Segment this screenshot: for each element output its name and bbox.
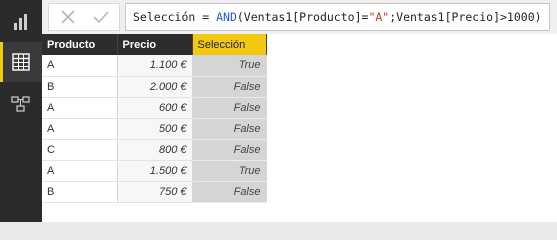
cancel-button[interactable] — [52, 4, 84, 30]
report-view-icon — [14, 14, 27, 30]
report-view-button[interactable] — [0, 2, 42, 42]
table-row: A 1.500 € True — [42, 160, 267, 182]
table-row: A 500 € False — [42, 118, 267, 140]
model-view-button[interactable] — [0, 84, 42, 124]
cell-producto[interactable]: A — [42, 55, 118, 77]
cell-producto[interactable]: C — [42, 139, 118, 161]
cancel-icon — [61, 10, 75, 24]
cell-seleccion[interactable]: True — [192, 55, 267, 77]
column-header-precio[interactable]: Precio — [117, 34, 193, 55]
header-row: Producto Precio Selección — [42, 34, 267, 55]
cell-producto[interactable]: A — [42, 160, 118, 182]
formula-input[interactable]: Selección = AND(Ventas1[Producto]="A";Ve… — [125, 3, 550, 31]
cell-producto[interactable]: B — [42, 76, 118, 98]
formula-arg2: ;Ventas1[Precio]>1000) — [389, 10, 542, 24]
data-view-icon — [12, 53, 30, 71]
cell-seleccion[interactable]: False — [192, 76, 267, 98]
column-header-producto[interactable]: Producto — [42, 34, 118, 55]
cell-precio[interactable]: 600 € — [117, 97, 193, 119]
table-row: A 600 € False — [42, 97, 267, 119]
formula-expression: Selección = AND(Ventas1[Producto]="A";Ve… — [133, 10, 542, 24]
cell-producto[interactable]: A — [42, 97, 118, 119]
cell-seleccion[interactable]: False — [192, 97, 267, 119]
commit-button[interactable] — [85, 4, 117, 30]
cell-seleccion[interactable]: False — [192, 118, 267, 140]
cell-precio[interactable]: 500 € — [117, 118, 193, 140]
column-header-seleccion[interactable]: Selección — [192, 34, 267, 55]
cell-precio[interactable]: 800 € — [117, 139, 193, 161]
cell-seleccion[interactable]: False — [192, 181, 267, 203]
cell-precio[interactable]: 1.100 € — [117, 55, 193, 77]
cell-seleccion[interactable]: True — [192, 160, 267, 182]
formula-function: AND — [216, 10, 237, 24]
data-grid: Producto Precio Selección A 1.100 € True… — [42, 34, 557, 222]
cell-producto[interactable]: B — [42, 181, 118, 203]
table-row: C 800 € False — [42, 139, 267, 161]
data-view-button[interactable] — [0, 42, 42, 82]
cell-producto[interactable]: A — [42, 118, 118, 140]
formula-arg1: (Ventas1[Producto]= — [236, 10, 369, 24]
table-row: B 2.000 € False — [42, 76, 267, 98]
model-view-icon — [11, 96, 30, 112]
cell-precio[interactable]: 1.500 € — [117, 160, 193, 182]
table-row: A 1.100 € True — [42, 55, 267, 77]
cell-precio[interactable]: 2.000 € — [117, 76, 193, 98]
view-switcher — [0, 0, 42, 222]
table-row: B 750 € False — [42, 181, 267, 203]
cell-precio[interactable]: 750 € — [117, 181, 193, 203]
formula-string: "A" — [368, 10, 390, 24]
formula-tools — [48, 3, 120, 31]
formula-measure: Selección = — [133, 10, 217, 24]
cell-seleccion[interactable]: False — [192, 139, 267, 161]
commit-icon — [93, 11, 109, 24]
data-table: Producto Precio Selección A 1.100 € True… — [42, 34, 267, 203]
